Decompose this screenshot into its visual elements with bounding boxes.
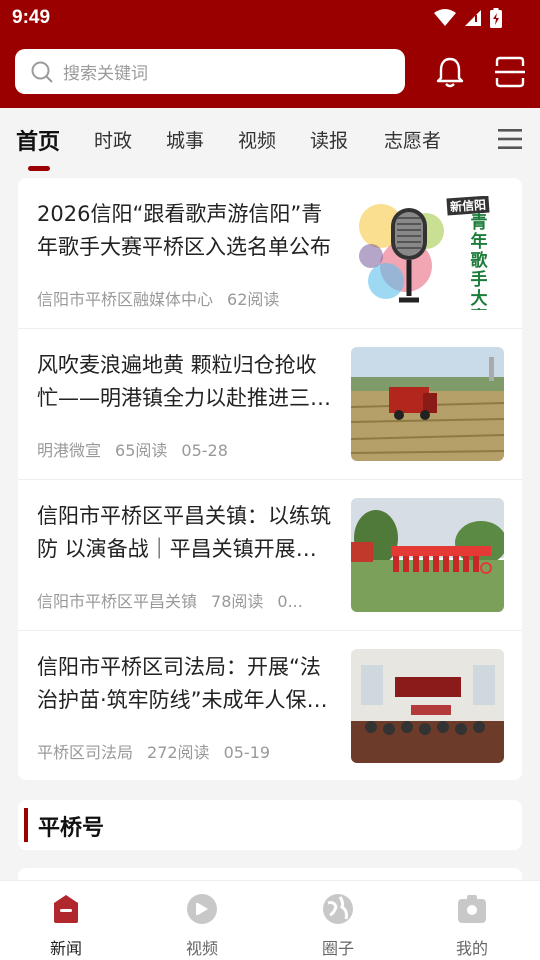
scan-button[interactable] [492,54,528,90]
status-icons [434,8,502,28]
news-date: 05-19 [223,743,271,762]
news-reads: 272阅读 [147,743,210,762]
news-thumbnail [351,498,504,612]
wifi-icon [434,9,456,26]
search-placeholder: 搜索关键词 [63,64,148,84]
news-meta: 信阳市平桥区平昌关镇 78阅读 0... [37,588,337,612]
news-title: 信阳市平桥区司法局：开展“法治护苗·筑牢防线”未成年人保护宣传活动 [37,655,328,712]
news-title: 信阳市平桥区平昌关镇：以练筑防 以演备战｜平昌关镇开展防汛应急演练 [37,504,331,561]
battery-icon [490,8,502,28]
nav-label: 我的 [455,939,488,958]
bell-icon [436,57,464,88]
scan-icon [495,56,525,88]
news-item[interactable]: 信阳市平桥区平昌关镇：以练筑防 以演备战｜平昌关镇开展防汛应急演练 信阳市平桥区… [18,480,522,631]
news-date: 0... [277,592,303,611]
news-meta: 平桥区司法局 272阅读 05-19 [37,739,337,763]
active-tab-indicator [28,166,50,171]
bottom-navigation: 新闻 视频 圈子 我的 [0,880,540,960]
nav-news[interactable]: 新闻 [26,893,106,959]
nav-circle[interactable]: 圈子 [298,893,378,959]
tab-city[interactable]: 城事 [166,126,204,153]
thumbnail-title-text: 青年歌手大赛 [470,213,488,311]
news-title: 2026信阳“跟看歌声游信阳”青年歌手大赛平桥区入选名单公布 [37,202,331,259]
app-header: 9:49 搜索关键词 [0,0,540,108]
tab-volunteer[interactable]: 志愿者 [384,126,441,153]
news-meta: 信阳市平桥区融媒体中心 62阅读 [37,286,337,310]
profile-icon [458,895,486,923]
news-title: 风吹麦浪遍地黄 颗粒归仓抢收忙——明港镇全力以赴推进三夏工作 [37,353,331,410]
menu-icon [498,129,522,149]
tab-video[interactable]: 视频 [238,126,276,153]
news-source: 信阳市平桥区融媒体中心 [37,290,214,309]
news-date: 05-28 [181,441,228,460]
nav-profile[interactable]: 我的 [432,893,512,959]
notification-button[interactable] [432,54,468,90]
tab-menu-button[interactable] [498,128,522,154]
news-icon [54,895,78,923]
category-tabs: 首页 时政 城事 视频 读报 志愿者 [0,108,540,174]
news-thumbnail [351,649,504,763]
status-bar: 9:49 [0,0,540,40]
section-title: 平桥号 [38,815,105,841]
globe-icon [323,894,353,924]
tab-home[interactable]: 首页 [16,124,60,156]
news-item[interactable]: 信阳市平桥区司法局：开展“法治护苗·筑牢防线”未成年人保护宣传活动 平桥区司法局… [18,631,522,780]
section-accent-bar [24,808,28,842]
news-source: 信阳市平桥区平昌关镇 [37,592,198,611]
news-item[interactable]: 风吹麦浪遍地黄 颗粒归仓抢收忙——明港镇全力以赴推进三夏工作 明港微宣 65阅读 0… [18,329,522,480]
nav-label: 视频 [185,939,218,958]
section-header: 平桥号 [18,800,522,850]
nav-label: 圈子 [321,939,354,958]
news-source: 明港微宣 [37,441,102,460]
news-reads: 62阅读 [227,290,280,309]
news-thumbnail [351,347,504,461]
news-thumbnail: 新信阳 青年歌手大赛 [351,196,504,310]
tab-newspaper[interactable]: 读报 [310,126,348,153]
tab-politics[interactable]: 时政 [94,126,132,153]
news-source: 平桥区司法局 [37,743,134,762]
play-icon [187,894,217,924]
nav-video[interactable]: 视频 [162,893,242,959]
news-list: 2026信阳“跟看歌声游信阳”青年歌手大赛平桥区入选名单公布 信阳市平桥区融媒体… [18,178,522,780]
news-item[interactable]: 2026信阳“跟看歌声游信阳”青年歌手大赛平桥区入选名单公布 信阳市平桥区融媒体… [18,178,522,329]
status-time: 9:49 [12,7,51,28]
nav-label: 新闻 [49,939,82,958]
news-meta: 明港微宣 65阅读 05-28 [37,437,337,461]
search-input[interactable]: 搜索关键词 [15,49,405,94]
news-reads: 65阅读 [115,441,168,460]
signal-icon [465,10,481,26]
search-icon [31,61,53,83]
news-reads: 78阅读 [211,592,264,611]
